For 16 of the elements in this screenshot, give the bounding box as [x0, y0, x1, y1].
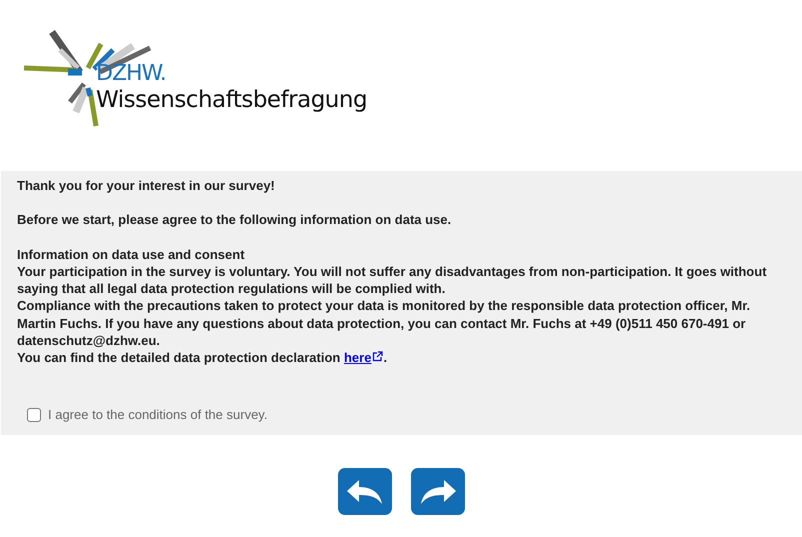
- consent-paragraph: Compliance with the precautions taken to protect your data is monitored by the responsible data protection officer, Mr. Martin Fuchs. If you have any questions about data protection, you can contact Mr. Fuchs at +49 (0)511 450 670-491 or datenschutz@dzhw.eu.: [17, 297, 752, 350]
- back-arrow-icon: [346, 478, 384, 504]
- request-text: Before we start, please agree to the following information on data use.: [17, 211, 452, 229]
- consent-paragraph: Your participation in the survey is voluntary. You will not suffer any disadvantages from non-participation. It goes without saying that all legal data protection regulations will be complied with.: [17, 262, 768, 298]
- consent-heading: Information on data use and consent: [17, 246, 246, 263]
- logo-acronym: DZHW.: [96, 62, 167, 86]
- forward-button[interactable]: [410, 468, 464, 515]
- logo-name: Wissenschaftsbefragung: [96, 86, 368, 114]
- greeting-text: Thank you for your interest in our survey!: [17, 177, 276, 194]
- external-link-icon: [372, 351, 384, 362]
- back-button[interactable]: [338, 468, 392, 515]
- forward-arrow-icon: [418, 478, 456, 504]
- declaration-link[interactable]: here: [344, 350, 384, 366]
- declaration-text: You can find the detailed data protection declaration here .: [17, 349, 388, 367]
- agree-checkbox[interactable]: [27, 408, 41, 422]
- agree-label: I agree to the conditions of the survey.: [48, 407, 268, 422]
